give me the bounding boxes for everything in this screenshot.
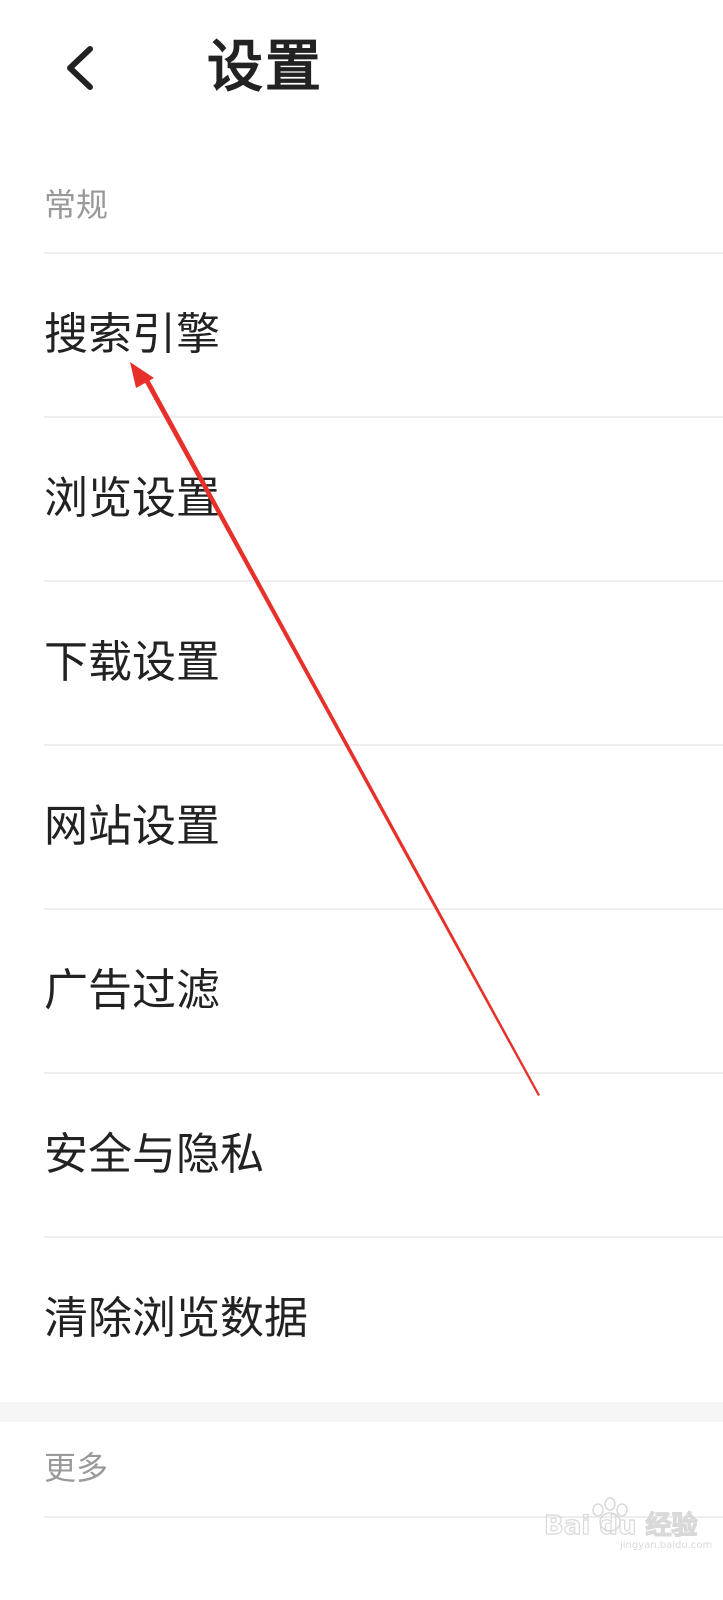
menu-item-security-privacy[interactable]: 安全与隐私 [0, 1074, 723, 1236]
menu-item-search-engine[interactable]: 搜索引擎 [0, 254, 723, 416]
page-title: 设置 [207, 35, 323, 100]
header-bar: 设置 [0, 0, 723, 140]
menu-item-browse-settings[interactable]: 浏览设置 [0, 418, 723, 580]
menu-item-ad-filter[interactable]: 广告过滤 [0, 910, 723, 1072]
section-gap [0, 1402, 723, 1422]
menu-item-label: 浏览设置 [44, 473, 220, 524]
menu-item-site-settings[interactable]: 网站设置 [0, 746, 723, 908]
section-more: 更多 [0, 1422, 723, 1600]
section-title-general: 常规 [44, 186, 109, 224]
menu-item-label: 搜索引擎 [44, 309, 220, 360]
menu-item-label: 安全与隐私 [44, 1129, 264, 1180]
menu-item-label: 下载设置 [44, 637, 220, 688]
menu-item-label: 网站设置 [44, 801, 220, 852]
section-general: 常规 搜索引擎 浏览设置 下载设置 网站设置 广告过滤 安全与隐私 清除浏览数据 [0, 140, 723, 1402]
menu-item-clear-browsing-data[interactable]: 清除浏览数据 [0, 1238, 723, 1400]
section-title-more: 更多 [44, 1449, 109, 1487]
chevron-left-icon [67, 46, 93, 90]
divider [44, 1516, 723, 1518]
menu-item-label: 广告过滤 [44, 965, 220, 1016]
back-button[interactable] [40, 28, 120, 108]
menu-item-download-settings[interactable]: 下载设置 [0, 582, 723, 744]
menu-item-label: 清除浏览数据 [44, 1293, 308, 1344]
